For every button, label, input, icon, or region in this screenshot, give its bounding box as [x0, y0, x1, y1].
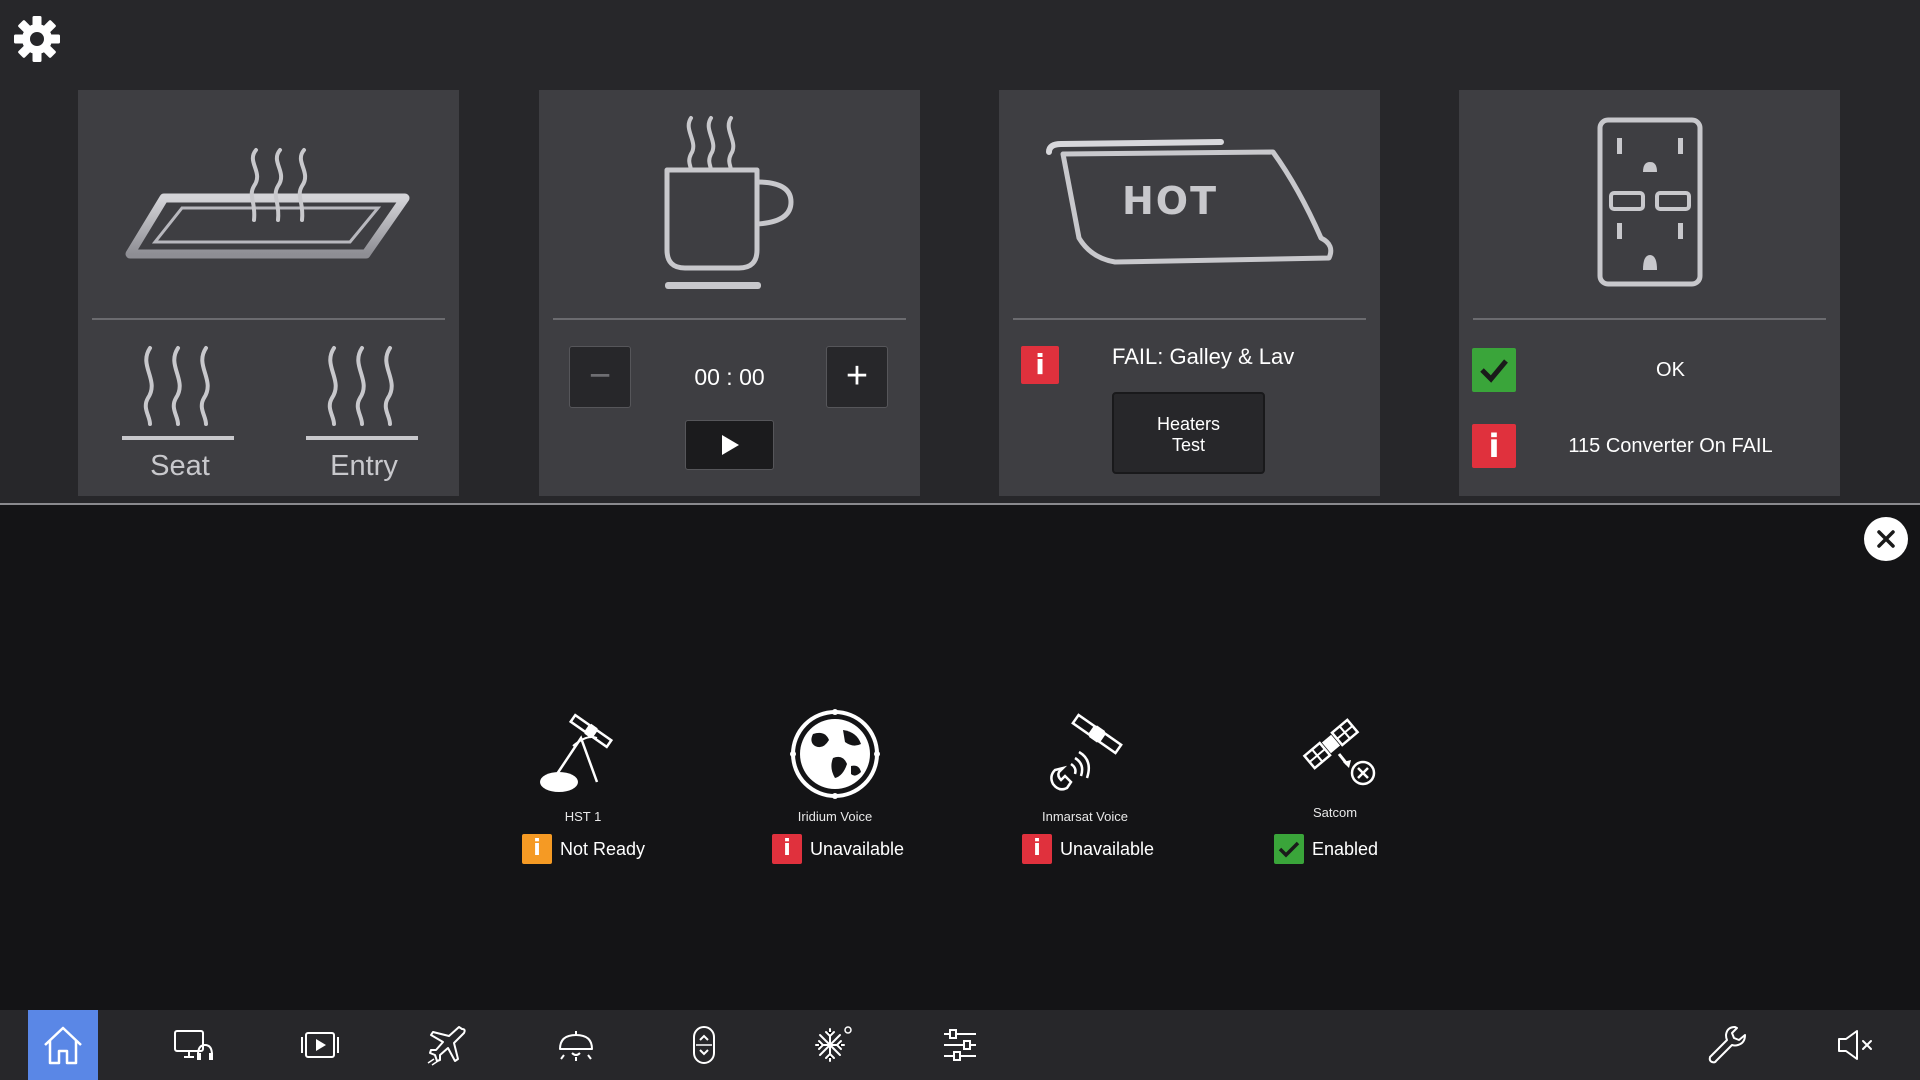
comm-status: Enabled — [1274, 834, 1378, 866]
info-icon: i — [522, 834, 552, 864]
globe-icon — [790, 709, 880, 799]
window-shade-icon — [693, 1026, 715, 1064]
outlet-status-text: OK — [1656, 359, 1685, 381]
sliders-icon — [944, 1029, 976, 1061]
wrench-icon — [1708, 1026, 1746, 1064]
card-divider — [1473, 318, 1826, 320]
nav-entertainment[interactable] — [157, 1010, 227, 1080]
heat-waves-icon — [122, 346, 234, 440]
timer-value: 00 : 00 — [694, 364, 765, 390]
monitor-headset-icon — [174, 1030, 213, 1060]
comm-name: Iridium Voice — [797, 809, 873, 824]
comm-status: i Unavailable — [1022, 834, 1154, 866]
beverage-timer-card: − 00 : 00 + — [539, 90, 920, 496]
nav-settings[interactable] — [925, 1010, 995, 1080]
mute-icon — [1838, 1030, 1872, 1060]
nav-home[interactable] — [28, 1010, 98, 1080]
nav-maintenance[interactable] — [1692, 1010, 1762, 1080]
comm-item-inmarsat-voice[interactable]: Inmarsat Voice i Unavailable — [990, 706, 1180, 876]
comm-item-hst1[interactable]: HST 1 i Not Ready — [488, 706, 678, 876]
heated-tray-icon — [125, 148, 410, 259]
comm-status-text: Not Ready — [560, 838, 646, 859]
heaters-card: HOT i FAIL: Galley & Lav Heaters Test — [999, 90, 1380, 496]
satellite-disabled-icon — [1302, 718, 1376, 786]
heaters-test-label-line1: Heaters — [1156, 414, 1221, 434]
hot-cup-icon — [664, 116, 794, 289]
nav-volume[interactable] — [1820, 1010, 1890, 1080]
climate-snowflake-icon — [815, 1026, 852, 1062]
comm-status: i Unavailable — [772, 834, 904, 866]
comm-status-text: Enabled — [1312, 838, 1379, 859]
timer-increment-button[interactable]: + — [826, 346, 888, 408]
card-divider — [1013, 318, 1366, 320]
comm-item-iridium-voice[interactable]: Iridium Voice i Unavailable — [740, 706, 930, 876]
comm-name: Satcom — [1312, 805, 1358, 820]
timer-start-button[interactable] — [685, 420, 774, 470]
seat-heat-button[interactable]: Seat — [120, 332, 240, 482]
plus-icon: + — [845, 355, 869, 397]
nav-lighting[interactable] — [541, 1010, 611, 1080]
card-divider — [553, 318, 906, 320]
panel-divider — [0, 503, 1920, 505]
check-icon — [1274, 834, 1304, 864]
hot-label: HOT — [1122, 179, 1218, 223]
minus-icon: − — [588, 355, 612, 397]
nav-window-shades[interactable] — [669, 1010, 739, 1080]
converter-status-text: 115 Converter On FAIL — [1568, 435, 1773, 457]
heaters-test-label-line2: Test — [1171, 435, 1205, 455]
play-icon — [722, 435, 739, 455]
satellite-phone-icon — [1050, 713, 1123, 791]
airplane-icon — [427, 1026, 466, 1066]
comm-name: Inmarsat Voice — [1042, 809, 1128, 824]
seat-heating-card: Seat Entry — [78, 90, 459, 496]
heat-waves-icon — [306, 346, 418, 440]
comm-status: i Not Ready — [522, 834, 645, 866]
nav-media[interactable] — [285, 1010, 355, 1080]
heaters-status-text: FAIL: Galley & Lav — [1112, 344, 1295, 369]
satellite-dish-icon — [540, 713, 614, 792]
comm-name: HST 1 — [564, 809, 602, 824]
cabin-light-icon — [559, 1031, 593, 1061]
comm-status-text: Unavailable — [810, 838, 905, 859]
info-icon: i — [1021, 346, 1059, 384]
home-icon — [44, 1026, 82, 1065]
nav-climate[interactable] — [797, 1010, 867, 1080]
top-panel: Seat Entry − 00: 00 + HOT i FAIL: Galle… — [0, 0, 1920, 504]
gear-icon[interactable] — [12, 14, 62, 64]
comm-status-text: Unavailable — [1060, 838, 1155, 859]
info-icon: i — [772, 834, 802, 864]
heaters-test-button[interactable]: Heaters Test — [1112, 392, 1265, 474]
close-icon — [1877, 530, 1895, 548]
entry-label: Entry — [330, 450, 398, 482]
hot-plate-icon: HOT — [1046, 139, 1334, 265]
power-outlet-icon — [1597, 117, 1703, 287]
close-button[interactable] — [1864, 517, 1908, 561]
nav-flight[interactable] — [413, 1010, 483, 1080]
seat-label: Seat — [150, 450, 210, 482]
entry-heat-button[interactable]: Entry — [304, 332, 424, 482]
comm-item-satcom[interactable]: Satcom Enabled — [1240, 706, 1430, 876]
bottom-nav — [0, 1010, 1920, 1080]
info-icon: i — [1472, 424, 1516, 468]
check-icon — [1472, 348, 1516, 392]
media-player-icon — [301, 1032, 339, 1058]
timer-decrement-button[interactable]: − — [569, 346, 631, 408]
card-divider — [92, 318, 445, 320]
info-icon: i — [1022, 834, 1052, 864]
power-outlet-card: OK i 115 Converter On FAIL — [1459, 90, 1840, 496]
